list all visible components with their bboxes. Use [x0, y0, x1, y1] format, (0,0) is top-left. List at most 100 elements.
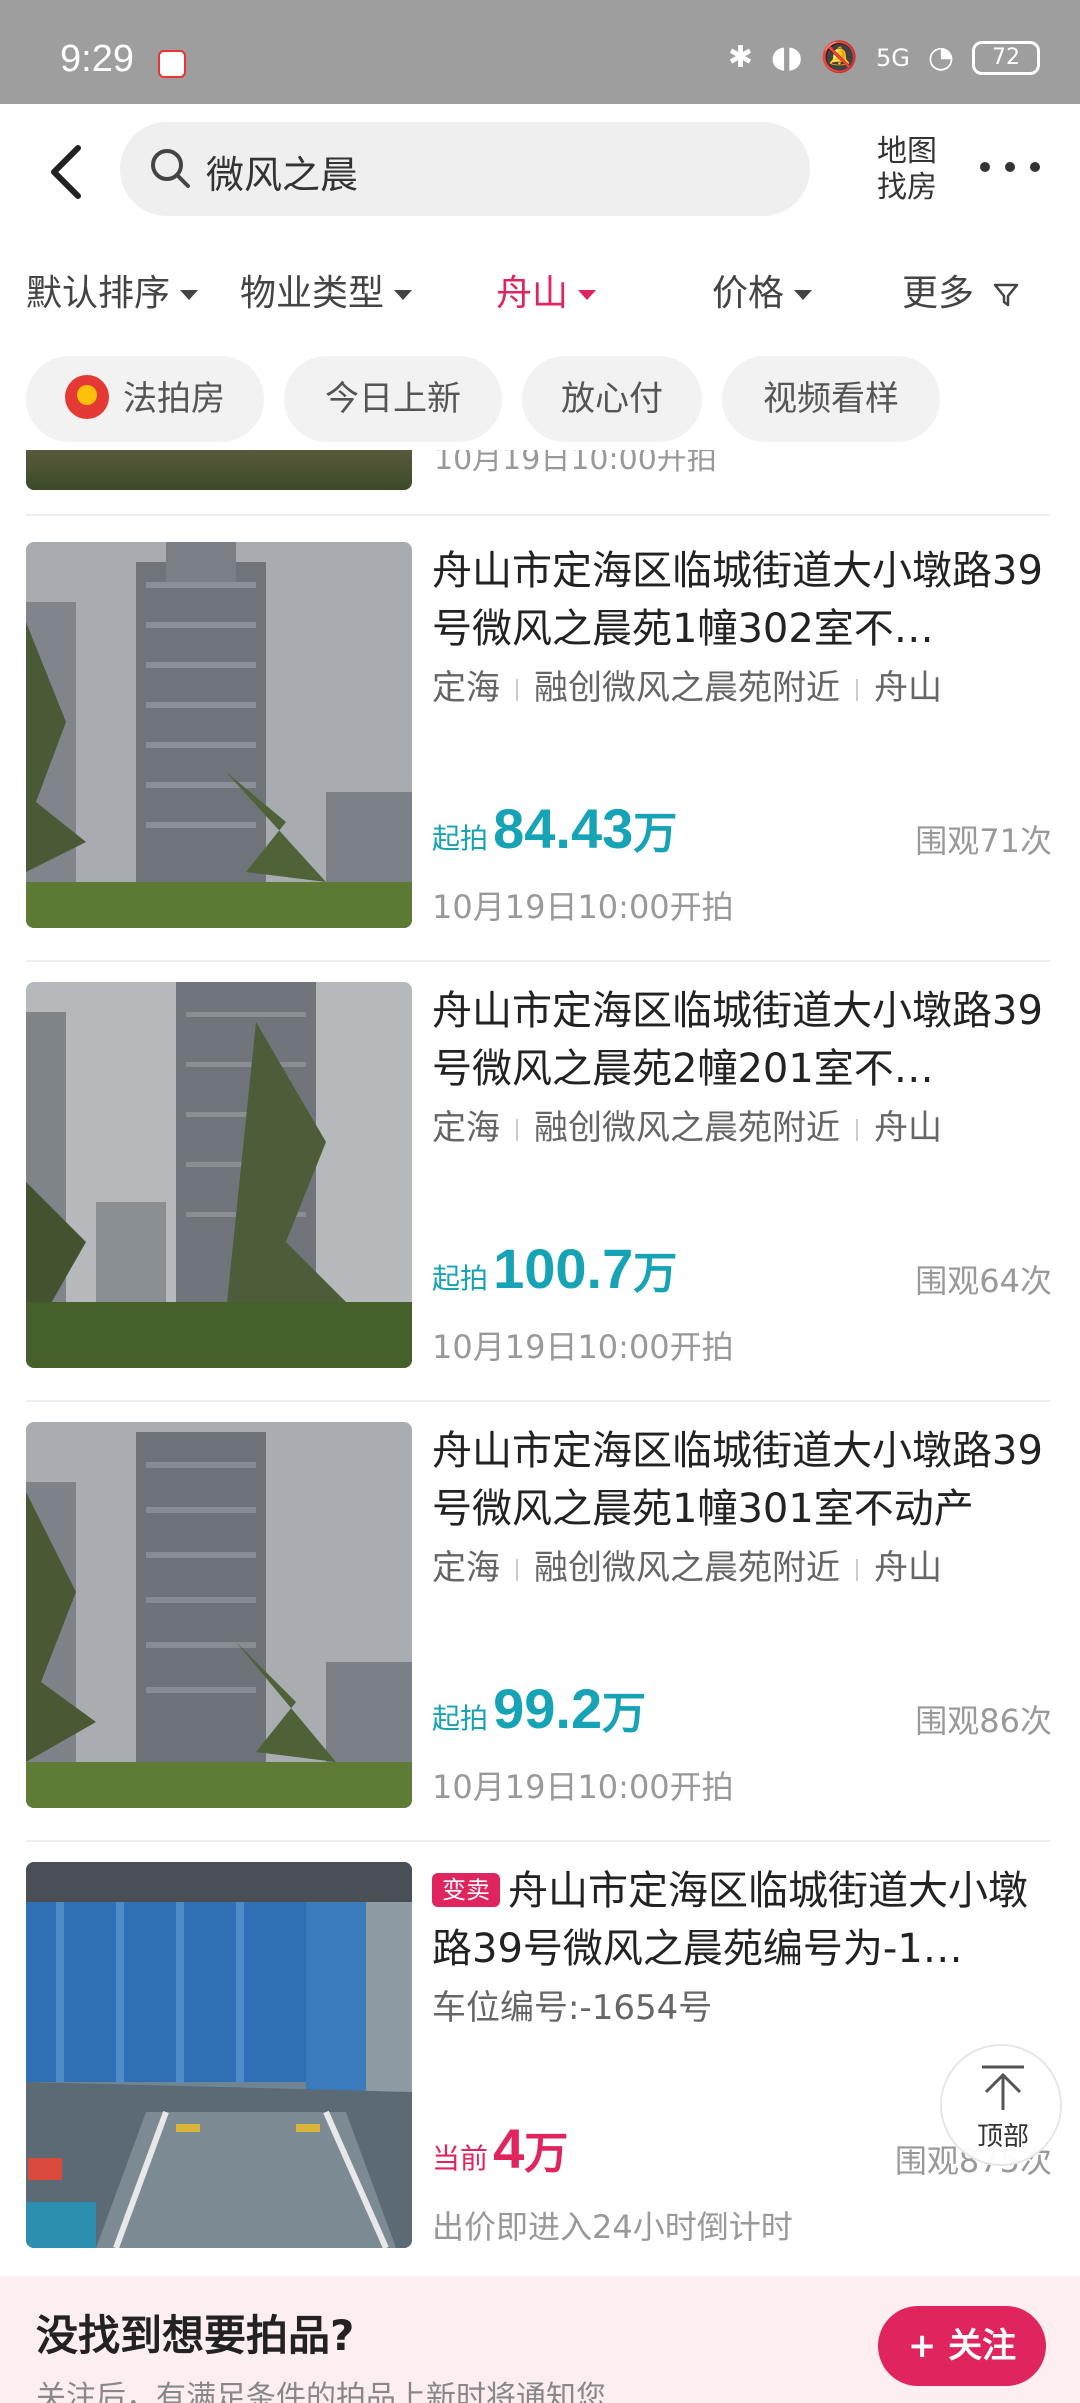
list-item[interactable]: 舟山市定海区临城街道大小墩路39号微风之晨苑2幢201室不… 定海 融创微风之晨苑…: [0, 982, 1080, 1422]
chip-judicial-auction[interactable]: 法拍房: [26, 356, 264, 442]
list-item-partial[interactable]: 10月19日10:00开拍: [0, 450, 1080, 516]
chip-safe-pay[interactable]: 放心付: [522, 356, 702, 442]
chevron-down-icon: [394, 290, 413, 300]
listing-list: 10月19日10:00开拍 舟山市定海区临城街道大小墩路39号微风之晨苑1幢30…: [0, 450, 1080, 2275]
search-header: 微风之晨 地图 找房: [0, 104, 1080, 234]
chip-label: 今日上新: [325, 379, 461, 419]
price-label: 起拍: [432, 822, 489, 855]
map-label-line1: 地图: [877, 134, 937, 169]
price-value: 4: [493, 2117, 525, 2180]
list-item[interactable]: 舟山市定海区临城街道大小墩路39号微风之晨苑1幢302室不… 定海 融创微风之晨苑…: [0, 542, 1080, 982]
price-unit: 万: [633, 1248, 678, 1299]
mute-bell-icon: 🔕: [820, 40, 858, 75]
status-time: 9:29: [60, 38, 134, 80]
map-search-button[interactable]: 地图 找房: [872, 134, 942, 206]
listing-title-text: 舟山市定海区临城街道大小墩路39号微风之晨苑1幢301室不动产: [432, 1428, 1043, 1532]
filter-more[interactable]: 更多: [902, 264, 1021, 316]
divider: [26, 1400, 1050, 1402]
back-arrow-icon: [51, 145, 81, 199]
listing-title: 舟山市定海区临城街道大小墩路39号微风之晨苑2幢201室不…: [432, 982, 1052, 1098]
listing-district: 定海: [432, 668, 500, 708]
chip-label: 法拍房: [123, 379, 225, 419]
list-item[interactable]: 舟山市定海区临城街道大小墩路39号微风之晨苑1幢301室不动产 定海 融创微风之晨…: [0, 1422, 1080, 1862]
listing-thumbnail: [26, 542, 412, 928]
chevron-down-icon: [794, 290, 813, 300]
filter-price[interactable]: 价格: [712, 264, 813, 316]
search-value: 微风之晨: [206, 153, 359, 197]
price-row: 起拍 100.7万 围观64次: [432, 1236, 1052, 1306]
listing-district: 定海: [432, 1108, 500, 1148]
filter-sort-label: 默认排序: [26, 273, 171, 314]
filter-price-label: 价格: [712, 273, 785, 314]
filter-property-type-label: 物业类型: [240, 273, 385, 314]
listing-time: 10月19日10:00开拍: [434, 450, 717, 477]
listing-title-text: 舟山市定海区临城街道大小墩路39号微风之晨苑1幢302室不…: [432, 548, 1043, 652]
chevron-down-icon: [578, 290, 597, 300]
listing-city: 舟山: [874, 1548, 942, 1588]
status-icons: ✱ ◖◗ 🔕 5G ◔ 72: [728, 40, 1040, 75]
filter-sort[interactable]: 默认排序: [26, 264, 199, 316]
view-count: 围观71次: [915, 822, 1052, 860]
listing-title: 舟山市定海区临城街道大小墩路39号微风之晨苑1幢302室不…: [432, 542, 1052, 658]
price-value: 99.2: [493, 1677, 603, 1740]
divider: [26, 1840, 1050, 1842]
wifi-icon: ◔: [927, 40, 954, 75]
chip-label: 放心付: [561, 379, 663, 419]
price-value: 100.7: [493, 1237, 634, 1300]
divider: [26, 960, 1050, 962]
listing-location: 融创微风之晨苑附近: [534, 1548, 840, 1588]
filter-city[interactable]: 舟山: [496, 264, 597, 316]
signal-icon: 5G: [875, 43, 910, 72]
price-unit: 万: [602, 1688, 647, 1739]
battery-icon: 72: [972, 40, 1040, 75]
more-options-icon[interactable]: [980, 152, 1040, 182]
price-label: 起拍: [432, 1262, 489, 1295]
earbuds-icon: ◖◗: [770, 40, 803, 75]
listing-countdown-note: 出价即进入24小时倒计时: [432, 2208, 793, 2246]
listing-title: 变卖 舟山市定海区临城街道大小墩路39号微风之晨苑编号为-1…: [432, 1862, 1052, 1978]
bluetooth-icon: ✱: [727, 40, 753, 75]
listing-location: 融创微风之晨苑附近: [534, 668, 840, 708]
price-value: 84.43: [493, 797, 634, 860]
price-label: 当前: [432, 2142, 489, 2175]
quick-filter-chips: 法拍房 今日上新 放心付 视频看样: [0, 356, 1080, 446]
price-unit: 万: [633, 808, 678, 859]
chevron-down-icon: [180, 290, 199, 300]
listing-thumbnail: [26, 982, 412, 1368]
listing-thumbnail: [26, 450, 412, 490]
search-icon: [151, 149, 190, 188]
listing-thumbnail: [26, 1862, 412, 2248]
listing-city: 舟山: [874, 668, 942, 708]
back-to-top-button[interactable]: 顶部: [940, 2044, 1062, 2166]
price-label: 起拍: [432, 1702, 489, 1735]
chip-video-viewing[interactable]: 视频看样: [722, 356, 940, 442]
status-bar: 9:29 ✱ ◖◗ 🔕 5G ◔ 72: [0, 0, 1080, 104]
listing-meta: 定海 融创微风之晨苑附近 舟山: [432, 660, 942, 709]
listing-meta: 车位编号:-1654号: [432, 1980, 712, 2029]
chip-label: 视频看样: [763, 379, 899, 419]
listing-detail: 车位编号:-1654号: [432, 1988, 713, 2028]
listing-location: 融创微风之晨苑附近: [534, 1108, 840, 1148]
listing-city: 舟山: [874, 1108, 942, 1148]
follow-button[interactable]: + 关注: [878, 2306, 1046, 2386]
listing-district: 定海: [432, 1548, 500, 1588]
list-item[interactable]: 变卖 舟山市定海区临城街道大小墩路39号微风之晨苑编号为-1… 车位编号:-165…: [0, 1862, 1080, 2275]
listing-meta: 定海 融创微风之晨苑附近 舟山: [432, 1100, 942, 1149]
price-row: 起拍 84.43万 围观71次: [432, 796, 1052, 866]
court-emblem-icon: [65, 374, 109, 419]
banner-subtitle: 关注后，有满足条件的拍品上新时将通知您: [36, 2380, 606, 2403]
back-button[interactable]: [40, 132, 100, 212]
filter-property-type[interactable]: 物业类型: [240, 264, 413, 316]
price-row: 起拍 99.2万 围观86次: [432, 1676, 1052, 1746]
listing-time: 10月19日10:00开拍: [432, 1328, 734, 1366]
filter-more-label: 更多: [902, 273, 975, 314]
app-notification-icon: [158, 50, 186, 78]
subscribe-banner: 没找到想要拍品? 关注后，有满足条件的拍品上新时将通知您 + 关注: [0, 2276, 1080, 2403]
filter-city-label: 舟山: [496, 273, 569, 314]
listing-thumbnail: [26, 1422, 412, 1808]
listing-title-text: 舟山市定海区临城街道大小墩路39号微风之晨苑编号为-1…: [432, 1868, 1028, 1972]
chip-new-today[interactable]: 今日上新: [284, 356, 502, 442]
listing-title: 舟山市定海区临城街道大小墩路39号微风之晨苑1幢301室不动产: [432, 1422, 1052, 1538]
search-input[interactable]: 微风之晨: [120, 122, 810, 216]
divider: [26, 514, 1050, 516]
